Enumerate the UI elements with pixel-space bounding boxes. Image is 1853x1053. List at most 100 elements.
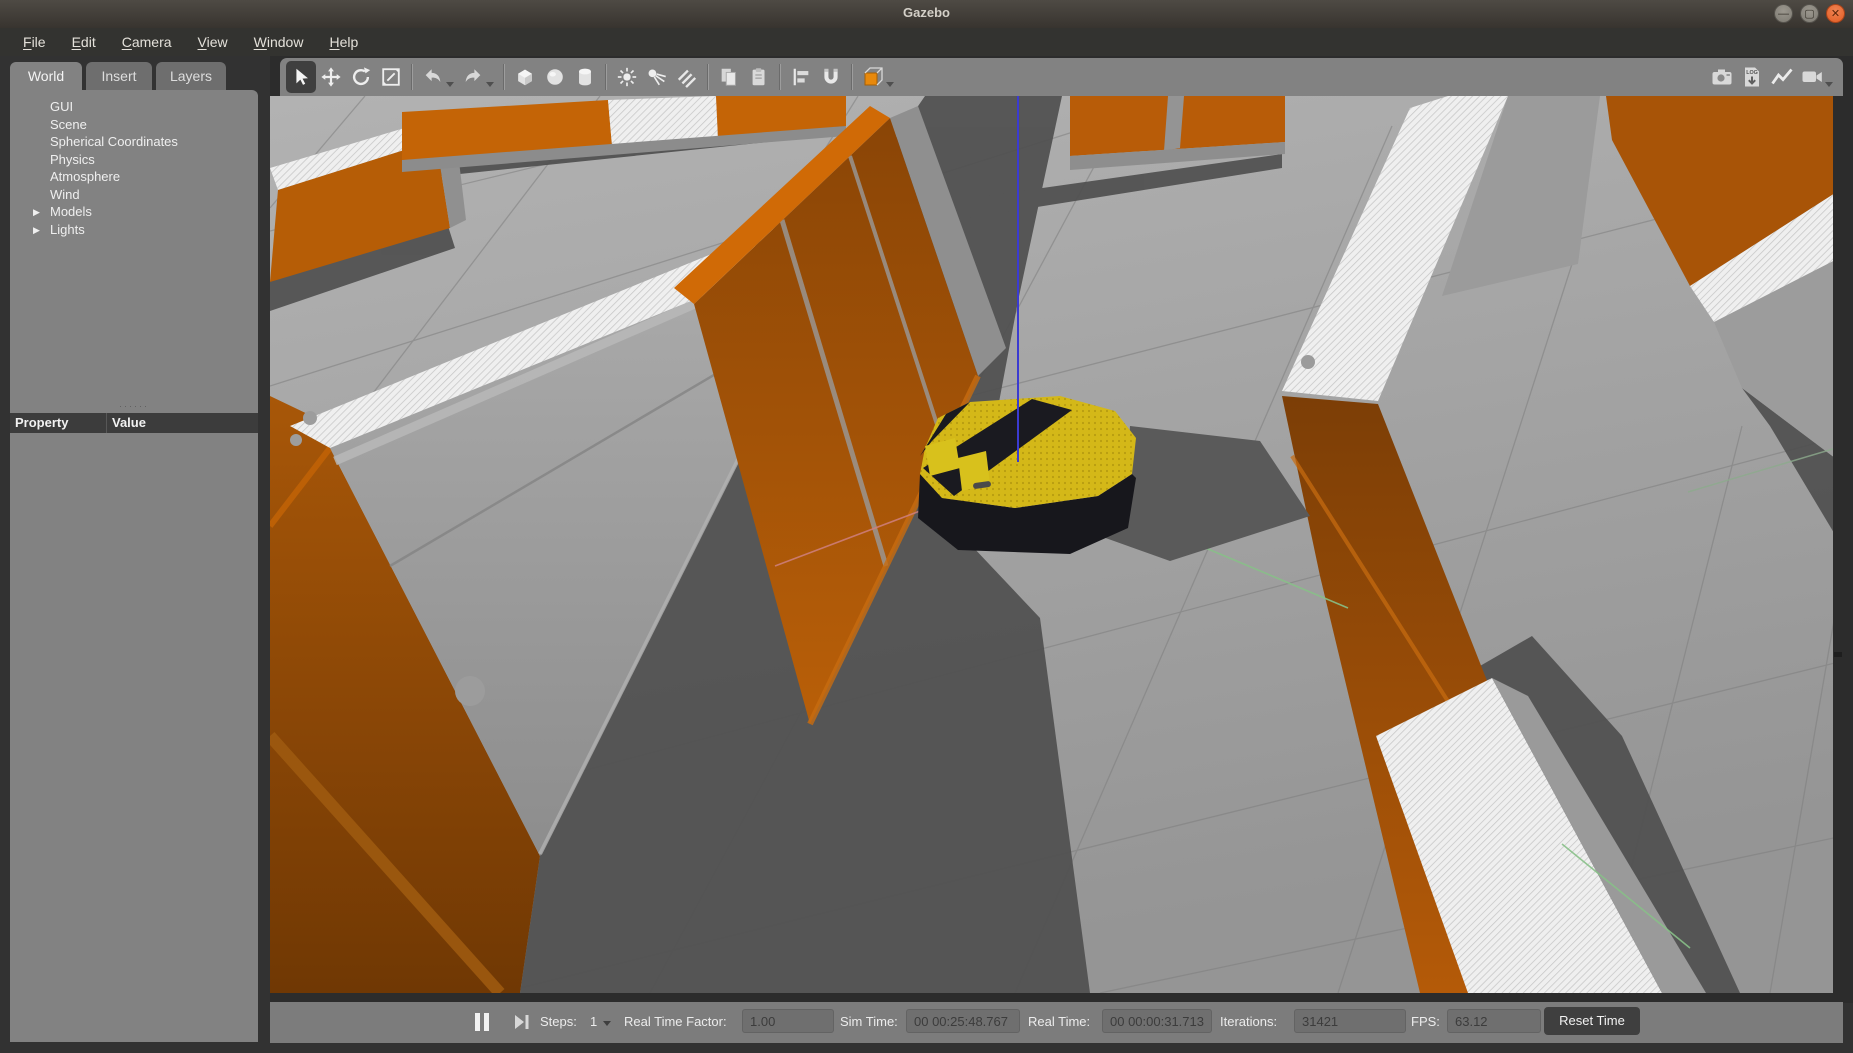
rotate-icon [350, 66, 372, 88]
menubar: File Edit Camera View Window Help [0, 28, 1853, 56]
toolbar-separator [411, 64, 413, 90]
tab-insert[interactable]: Insert [86, 62, 152, 91]
window-title: Gazebo [0, 0, 1853, 26]
copy-button[interactable] [714, 61, 744, 93]
expander-icon[interactable]: ▶ [33, 222, 40, 240]
sphere-icon [544, 66, 566, 88]
redo-dropdown-icon[interactable] [486, 82, 494, 87]
camera-icon [1710, 65, 1734, 89]
3d-viewport[interactable] [270, 96, 1843, 993]
directional-light-button[interactable] [672, 61, 702, 93]
tree-item-atmosphere[interactable]: Atmosphere [10, 168, 258, 186]
real-time-label: Real Time: [1028, 1014, 1090, 1029]
resize-handle[interactable] [1834, 652, 1842, 657]
rtf-field[interactable]: 1.00 [742, 1009, 834, 1033]
log-record-button[interactable]: LOG [1737, 61, 1767, 93]
pause-icon[interactable] [473, 1012, 491, 1032]
toolbar-separator [779, 64, 781, 90]
undo-dropdown-icon[interactable] [446, 82, 454, 87]
rtf-label: Real Time Factor: [624, 1014, 727, 1029]
maximize-button[interactable]: ▢ [1800, 4, 1819, 23]
menu-camera[interactable]: Camera [111, 31, 183, 53]
menu-view[interactable]: View [187, 31, 239, 53]
screenshot-button[interactable] [1707, 61, 1737, 93]
video-record-button[interactable] [1797, 61, 1827, 93]
view-angle-button[interactable] [858, 61, 888, 93]
select-tool-button[interactable] [286, 61, 316, 93]
steps-label: Steps: [540, 1014, 577, 1029]
plot-button[interactable] [1767, 61, 1797, 93]
titlebar[interactable]: Gazebo — ▢ ✕ [0, 0, 1853, 29]
view-angle-dropdown-icon[interactable] [886, 82, 894, 87]
align-icon [790, 66, 812, 88]
tree-item-physics[interactable]: Physics [10, 151, 258, 169]
iterations-label: Iterations: [1220, 1014, 1277, 1029]
close-button[interactable]: ✕ [1826, 4, 1845, 23]
tab-layers[interactable]: Layers [156, 62, 226, 91]
viewport-area: LOG [270, 56, 1853, 1003]
log-file-icon: LOG [1740, 65, 1764, 89]
fps-field[interactable]: 63.12 [1447, 1009, 1541, 1033]
real-time-field[interactable]: 00 00:00:31.713 [1102, 1009, 1212, 1033]
redo-button[interactable] [458, 61, 488, 93]
simulation-statusbar: Steps: 1 Real Time Factor: 1.00 Sim Time… [270, 1002, 1843, 1043]
iterations-field[interactable]: 31421 [1294, 1009, 1406, 1033]
box-icon [514, 66, 536, 88]
steps-value[interactable]: 1 [590, 1014, 597, 1029]
tree-item-gui[interactable]: GUI [10, 98, 258, 116]
insert-sphere-button[interactable] [540, 61, 570, 93]
column-property: Property [10, 413, 106, 433]
menu-help[interactable]: Help [318, 31, 369, 53]
snap-button[interactable] [816, 61, 846, 93]
paste-icon [748, 66, 770, 88]
insert-box-button[interactable] [510, 61, 540, 93]
menu-file[interactable]: File [12, 31, 57, 53]
tree-item-scene[interactable]: Scene [10, 116, 258, 134]
move-icon [320, 66, 342, 88]
menu-window[interactable]: Window [243, 31, 315, 53]
redo-icon [462, 66, 484, 88]
steps-dropdown-icon[interactable] [603, 1021, 611, 1026]
tree-item-lights[interactable]: ▶Lights [10, 221, 258, 239]
property-table-header: Property Value [10, 413, 258, 433]
insert-cylinder-button[interactable] [570, 61, 600, 93]
minimize-button[interactable]: — [1774, 4, 1793, 23]
paste-button[interactable] [744, 61, 774, 93]
view-cube-icon [861, 65, 885, 89]
scale-icon [380, 66, 402, 88]
svg-text:LOG: LOG [1746, 70, 1758, 76]
tree-item-models[interactable]: ▶Models [10, 203, 258, 221]
viewport-right-border [1833, 96, 1843, 993]
video-camera-icon [1800, 65, 1824, 89]
cylinder-icon [574, 66, 596, 88]
tab-world[interactable]: World [10, 62, 82, 91]
cursor-arrow-icon [290, 66, 312, 88]
menu-edit[interactable]: Edit [61, 31, 107, 53]
point-light-button[interactable] [612, 61, 642, 93]
sim-time-label: Sim Time: [840, 1014, 898, 1029]
tree-item-wind[interactable]: Wind [10, 186, 258, 204]
video-dropdown-icon[interactable] [1825, 82, 1833, 87]
copy-icon [718, 66, 740, 88]
expander-icon[interactable]: ▶ [33, 204, 40, 222]
scale-tool-button[interactable] [376, 61, 406, 93]
toolbar-separator [851, 64, 853, 90]
render-toolbar: LOG [280, 58, 1843, 96]
tree-item-spherical-coordinates[interactable]: Spherical Coordinates [10, 133, 258, 151]
align-button[interactable] [786, 61, 816, 93]
window-bottom-edge [0, 1043, 1853, 1053]
column-value: Value [106, 413, 258, 433]
property-table-body [10, 433, 258, 1042]
undo-button[interactable] [418, 61, 448, 93]
directional-light-icon [676, 66, 698, 88]
spot-light-button[interactable] [642, 61, 672, 93]
magnet-icon [820, 66, 842, 88]
sim-time-field[interactable]: 00 00:25:48.767 [906, 1009, 1020, 1033]
panel-splitter[interactable]: ······ [10, 404, 258, 413]
toolbar-separator [605, 64, 607, 90]
fps-label: FPS: [1411, 1014, 1440, 1029]
step-icon[interactable] [513, 1013, 531, 1031]
reset-time-button[interactable]: Reset Time [1544, 1007, 1640, 1035]
rotate-tool-button[interactable] [346, 61, 376, 93]
translate-tool-button[interactable] [316, 61, 346, 93]
